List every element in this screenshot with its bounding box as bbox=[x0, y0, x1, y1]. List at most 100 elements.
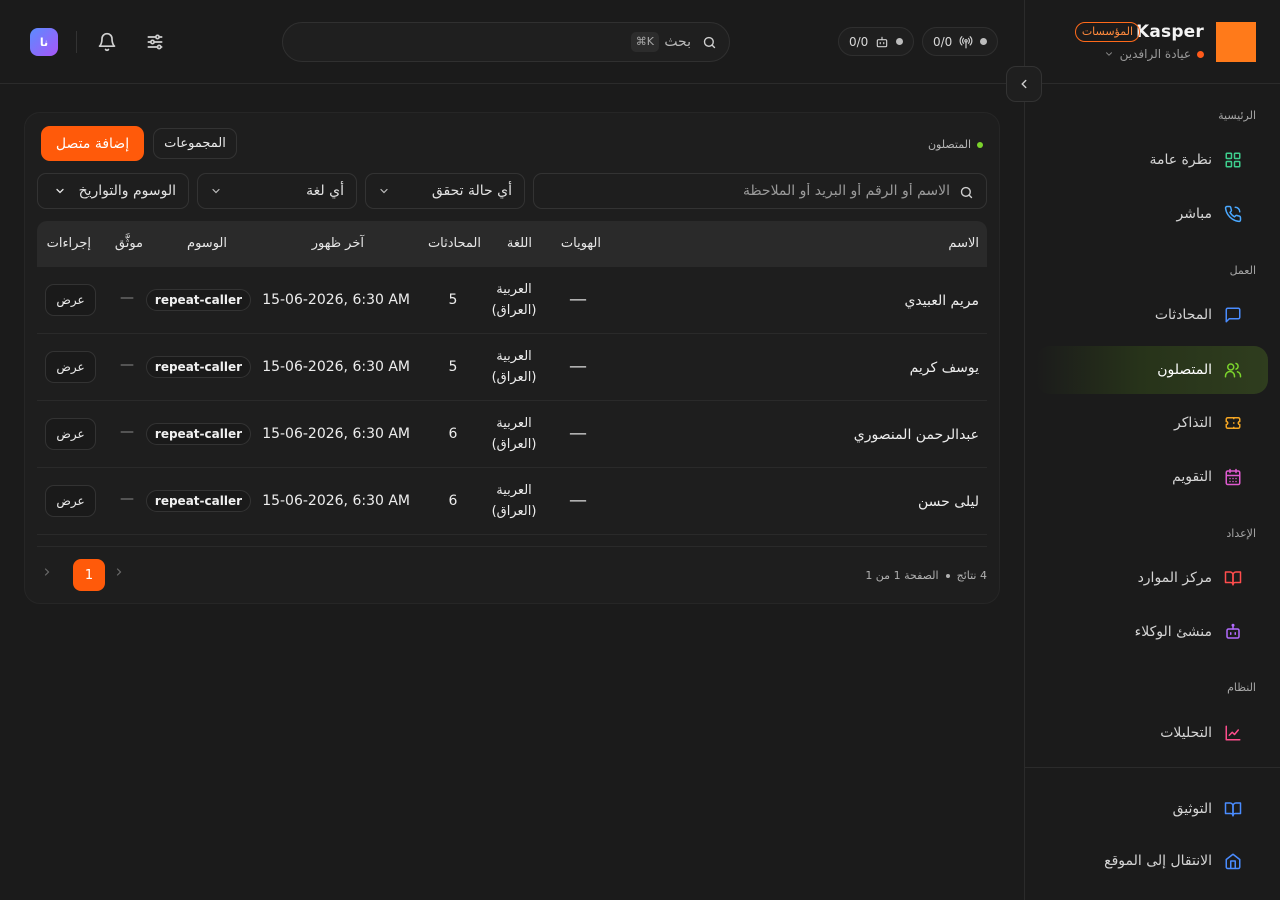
plan-badge: المؤسسات bbox=[1074, 22, 1140, 42]
chevron-left-icon[interactable] bbox=[113, 566, 125, 578]
sidebar-item-label: المتصلون bbox=[1157, 362, 1212, 378]
sidebar-item-overview[interactable]: نظرة عامة bbox=[1036, 136, 1268, 184]
table-row[interactable]: مريم العبيدي — العربية (العراق) 5 15-06-2… bbox=[37, 267, 987, 334]
verification-filter-value: أي حالة تحقق bbox=[431, 183, 512, 199]
contact-language-line1: العربية bbox=[496, 349, 532, 364]
sidebar-item-live[interactable]: مباشر bbox=[1036, 190, 1268, 238]
column-header-name[interactable]: الاسم bbox=[948, 236, 979, 251]
view-button[interactable]: عرض bbox=[45, 351, 96, 383]
view-button[interactable]: عرض bbox=[45, 418, 96, 450]
pagination-separator bbox=[945, 573, 950, 578]
contact-language-line2: (العراق) bbox=[491, 504, 537, 519]
groups-button[interactable]: المجموعات bbox=[153, 128, 237, 159]
sidebar-item-docs[interactable]: التوثيق bbox=[1024, 789, 1280, 829]
contacts-search-input[interactable] bbox=[550, 174, 950, 208]
contact-name: ليلى حسن bbox=[917, 494, 979, 510]
org-switcher[interactable]: عيادة الرافدين bbox=[1104, 47, 1204, 61]
contact-language: العربية (العراق) bbox=[487, 279, 541, 321]
contact-verified: — bbox=[120, 290, 134, 306]
chevron-right-icon[interactable] bbox=[41, 566, 53, 578]
view-button[interactable]: عرض bbox=[45, 284, 96, 316]
chevron-down-icon bbox=[1104, 49, 1114, 59]
view-button[interactable]: عرض bbox=[45, 485, 96, 517]
bell-icon[interactable] bbox=[95, 30, 119, 54]
breadcrumb: المتصلون bbox=[928, 138, 983, 151]
chevron-down-icon bbox=[378, 185, 390, 197]
breadcrumb-dot bbox=[977, 141, 983, 148]
search-label: بحث bbox=[664, 34, 691, 50]
sidebar-item-label: التحليلات bbox=[1160, 725, 1212, 741]
sidebar-item-calendar[interactable]: التقويم bbox=[1036, 453, 1268, 501]
sidebar-item-analytics[interactable]: التحليلات bbox=[1036, 709, 1268, 757]
contact-language: العربية (العراق) bbox=[487, 346, 541, 388]
contact-verified: — bbox=[120, 491, 134, 507]
contact-identities: — bbox=[569, 490, 587, 511]
calls-status-pill[interactable]: 0/0 bbox=[922, 27, 999, 56]
avatar[interactable]: نا bbox=[30, 28, 58, 56]
contact-language-line1: العربية bbox=[496, 282, 532, 297]
grid-icon bbox=[1224, 151, 1242, 169]
tags-dates-filter[interactable]: الوسوم والتواريخ bbox=[37, 173, 189, 209]
tags-dates-filter-value: الوسوم والتواريخ bbox=[78, 183, 176, 199]
contact-last-seen: 15-06-2026, 6:30 AM bbox=[262, 359, 410, 375]
column-header-tags[interactable]: الوسوم bbox=[187, 236, 227, 251]
column-header-actions: إجراءات bbox=[46, 236, 91, 251]
contact-identities: — bbox=[569, 356, 587, 377]
brand-logo bbox=[1216, 22, 1256, 62]
add-contact-button[interactable]: إضافة متصل bbox=[41, 126, 144, 161]
sidebar-collapse-button[interactable] bbox=[1006, 66, 1042, 102]
sidebar-item-tickets[interactable]: التذاكر bbox=[1036, 399, 1268, 447]
home-icon bbox=[1224, 852, 1242, 870]
contact-language-line1: العربية bbox=[496, 483, 532, 498]
sidebar-item-label: مركز الموارد bbox=[1137, 570, 1212, 586]
column-header-conversations[interactable]: المحادثات bbox=[428, 236, 481, 251]
table-row[interactable]: يوسف كريم — العربية (العراق) 5 15-06-2026… bbox=[37, 334, 987, 401]
sidebar-item-label: التقويم bbox=[1172, 469, 1212, 485]
sidebar-item-agent-builder[interactable]: منشئ الوكلاء bbox=[1036, 608, 1268, 656]
contact-name: مريم العبيدي bbox=[904, 293, 979, 309]
bot-icon bbox=[1224, 623, 1242, 641]
sidebar-item-contacts[interactable]: المتصلون bbox=[1036, 346, 1268, 394]
antenna-icon bbox=[959, 35, 973, 49]
column-header-language[interactable]: اللغة bbox=[507, 236, 532, 251]
ticket-icon bbox=[1224, 414, 1242, 432]
bot-icon bbox=[875, 35, 889, 49]
search-icon bbox=[959, 185, 974, 200]
nav-section-system: النظام bbox=[1227, 681, 1256, 694]
contact-tag: repeat-caller bbox=[145, 423, 251, 445]
column-header-verified[interactable]: موثَّق bbox=[115, 236, 143, 251]
book-open-icon bbox=[1224, 569, 1242, 587]
search-icon bbox=[702, 35, 717, 50]
org-name: عيادة الرافدين bbox=[1119, 47, 1191, 61]
contact-tag: repeat-caller bbox=[145, 490, 251, 512]
contacts-card: المتصلون المجموعات إضافة متصل أي حالة تح… bbox=[24, 112, 1000, 604]
column-header-last-seen[interactable]: آخر ظهور bbox=[312, 236, 364, 251]
contact-conversations: 5 bbox=[448, 292, 458, 308]
global-search[interactable]: بحث ⌘K bbox=[282, 22, 730, 62]
contact-identities: — bbox=[569, 289, 587, 310]
sidebar-item-label: الانتقال إلى الموقع bbox=[1104, 853, 1212, 869]
contact-conversations: 5 bbox=[448, 359, 458, 375]
contacts-table: الاسم الهويات اللغة المحادثات آخر ظهور ا… bbox=[37, 221, 987, 535]
sidebar-item-conversations[interactable]: المحادثات bbox=[1036, 291, 1268, 339]
contact-verified: — bbox=[120, 357, 134, 373]
contact-language-line2: (العراق) bbox=[491, 303, 537, 318]
agents-status-pill[interactable]: 0/0 bbox=[838, 27, 915, 56]
language-filter[interactable]: أي لغة bbox=[197, 173, 357, 209]
nav-section-work: العمل bbox=[1229, 264, 1256, 277]
status-dot bbox=[896, 38, 904, 45]
contact-language-line2: (العراق) bbox=[491, 370, 537, 385]
verification-filter[interactable]: أي حالة تحقق bbox=[365, 173, 525, 209]
sidebar-item-resources[interactable]: مركز الموارد bbox=[1036, 554, 1268, 602]
nav-section-home: الرئيسية bbox=[1218, 109, 1256, 122]
contacts-search-field[interactable] bbox=[533, 173, 987, 209]
table-row[interactable]: ليلى حسن — العربية (العراق) 6 15-06-2026,… bbox=[37, 468, 987, 535]
calendar-icon bbox=[1224, 468, 1242, 486]
table-row[interactable]: عبدالرحمن المنصوري — العربية (العراق) 6 1… bbox=[37, 401, 987, 468]
sliders-icon[interactable] bbox=[143, 30, 167, 54]
column-header-identities[interactable]: الهويات bbox=[561, 236, 601, 251]
sidebar-item-go-to-site[interactable]: الانتقال إلى الموقع bbox=[1024, 841, 1280, 881]
message-icon bbox=[1224, 306, 1242, 324]
page-button-current[interactable]: 1 bbox=[73, 559, 105, 591]
sidebar-item-label: المحادثات bbox=[1154, 307, 1212, 323]
